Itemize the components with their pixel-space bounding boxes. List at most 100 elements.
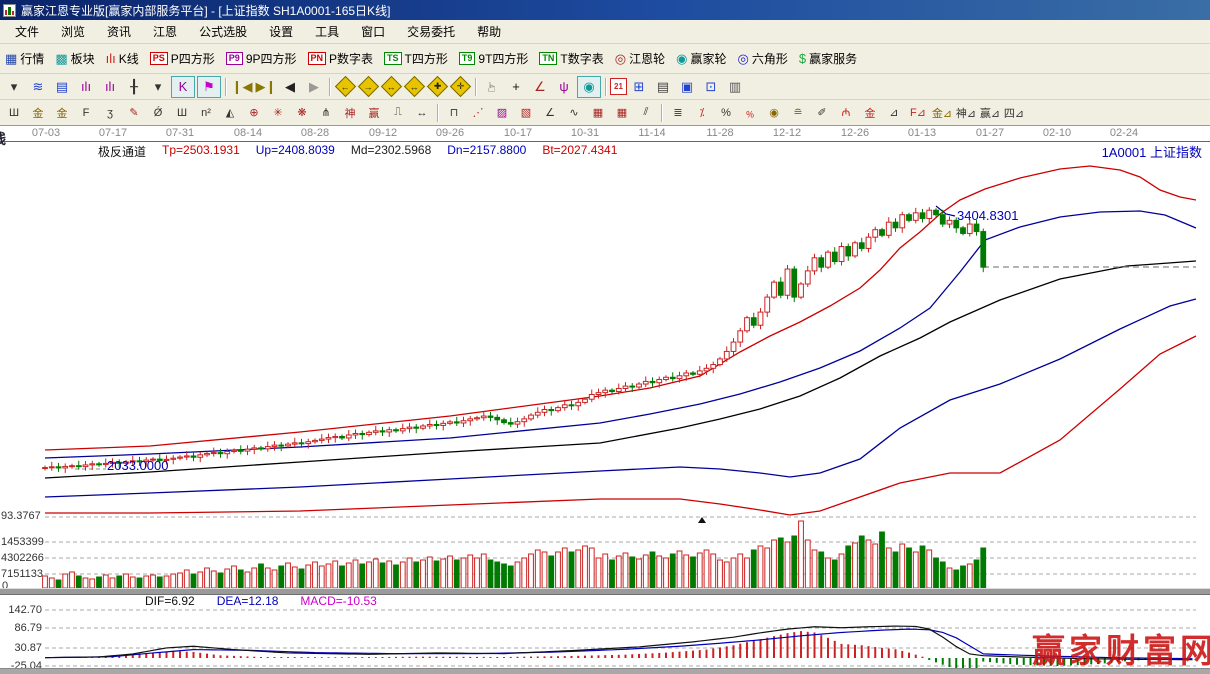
chart-region[interactable]: 线 极反通道 Tp=2503.1931Up=2408.8039Md=2302.5… (0, 131, 1210, 674)
seven-percent-icon[interactable]: ⁒ (691, 103, 713, 123)
ruler-comb-icon[interactable]: Ш (171, 103, 193, 123)
candle-icon[interactable]: ╂ (123, 77, 145, 97)
gold-line-icon[interactable]: 金 (51, 103, 73, 123)
menu-item-6[interactable]: 工具 (304, 21, 350, 42)
trend-f-icon[interactable]: F⊿ (907, 103, 929, 123)
box-diagonal-icon[interactable]: ▨ (491, 103, 513, 123)
expand-diamond-icon[interactable]: ↔ (403, 75, 426, 98)
spiral-icon[interactable]: ʒ (99, 103, 121, 123)
pen-icon[interactable]: ✎ (123, 103, 145, 123)
grid-box-icon[interactable]: ▦ (587, 103, 609, 123)
dropdown-icon[interactable]: ▾ (3, 77, 25, 97)
trend-gold-icon[interactable]: 金⊿ (931, 103, 953, 123)
menu-item-2[interactable]: 资讯 (96, 21, 142, 42)
gann-tool-icon[interactable]: ψ (553, 77, 575, 97)
menu-item-5[interactable]: 设置 (258, 21, 304, 42)
menu-item-1[interactable]: 浏览 (50, 21, 96, 42)
h-arrows-icon[interactable]: ↔ (411, 103, 433, 123)
indicator-value-0: Tp=2503.1931 (162, 143, 240, 157)
toolbar-button-winner-service[interactable]: $ 赢家服务 (799, 50, 857, 67)
trend-si-icon[interactable]: 四⊿ (1003, 103, 1025, 123)
menu-item-3[interactable]: 江恩 (142, 21, 188, 42)
cycle-circle-icon[interactable]: Ǿ (147, 103, 169, 123)
mini-bars-3-icon[interactable]: ılı (75, 77, 97, 97)
gold-circle-icon[interactable]: ◉ (763, 103, 785, 123)
trend-ying-icon[interactable]: 赢⊿ (979, 103, 1001, 123)
report-icon[interactable]: ▤ (51, 77, 73, 97)
parallel-icon[interactable]: ⋔ (315, 103, 337, 123)
notebook-icon[interactable]: ▤ (652, 77, 674, 97)
window-title: 赢家江恩专业版[赢家内部服务平台] - [上证指数 SH1A0001-165日K… (21, 3, 391, 18)
hand-tool-icon[interactable]: ☞ (482, 76, 502, 98)
n-square-icon[interactable]: n² (195, 103, 217, 123)
compress-diamond-icon[interactable]: ↔ (380, 75, 403, 98)
brush-icon[interactable]: ✐ (811, 103, 833, 123)
star-web-icon[interactable]: ✳ (267, 103, 289, 123)
toolbar-button-quotes[interactable]: ▦ 行情 (5, 50, 44, 67)
zoom-right-diamond-icon[interactable]: → (357, 75, 380, 98)
fan-lines-icon[interactable]: ⋰ (467, 103, 489, 123)
menu-item-9[interactable]: 帮助 (466, 21, 512, 42)
toolbar-button-9p-square[interactable]: P9 9P四方形 (225, 50, 297, 67)
stats-percent-icon[interactable]: ≣ (667, 103, 689, 123)
wave-marker-icon[interactable]: ₼ (835, 103, 857, 123)
brain-icon[interactable]: ◉ (577, 75, 601, 98)
toolbar-button-blocks[interactable]: ▩ 板块 (55, 50, 94, 67)
toolbar-button-hexagon[interactable]: ◎ 六角形 (737, 50, 787, 67)
export-icon[interactable]: ⊡ (700, 77, 722, 97)
candle-dropdown-icon[interactable]: ▾ (147, 77, 169, 97)
menu-item-4[interactable]: 公式选股 (188, 21, 258, 42)
menu-item-0[interactable]: 文件 (4, 21, 50, 42)
angle-tool-icon[interactable]: ∠ (529, 77, 551, 97)
rect-tool-icon[interactable]: ⊓ (443, 103, 465, 123)
gold-underline-icon[interactable]: 金 (859, 103, 881, 123)
level-price-annotation: 2033.0000 (107, 458, 169, 473)
angle-lines-icon[interactable]: ∠ (539, 103, 561, 123)
mini-bars-9-icon[interactable]: ılı (99, 77, 121, 97)
wave-lines-icon[interactable]: ∿ (563, 103, 585, 123)
zoom-left-diamond-icon[interactable]: ← (334, 75, 357, 98)
trend-shang-icon[interactable]: ⊿ (883, 103, 905, 123)
menu-item-8[interactable]: 交易委托 (396, 21, 466, 42)
sort-flag-icon[interactable]: ⚑ (197, 75, 221, 98)
shen-tool-icon[interactable]: 神 (339, 103, 361, 123)
calculator-icon[interactable]: ⊞ (628, 77, 650, 97)
toolbar-button-p-square[interactable]: PS P四方形 (149, 50, 215, 67)
percent-line-icon[interactable]: ﹪ (739, 103, 761, 123)
ying-tool-icon[interactable]: 赢 (363, 103, 385, 123)
grid-box2-icon[interactable]: ▦ (611, 103, 633, 123)
save-icon[interactable]: ▣ (676, 77, 698, 97)
fibonacci-icon[interactable]: F (75, 103, 97, 123)
toolbar-button-kline[interactable]: ılı K线 (106, 50, 139, 67)
title-bar[interactable]: 赢家江恩专业版[赢家内部服务平台] - [上证指数 SH1A0001-165日K… (0, 0, 1210, 20)
fit-diamond-icon[interactable]: ✚ (426, 75, 449, 98)
circle-cross-icon[interactable]: ⊕ (243, 103, 265, 123)
hatch-icon[interactable]: ⫽ (635, 103, 657, 123)
calendar-21-icon[interactable]: 21 (610, 78, 627, 95)
kline-style-icon[interactable]: K (171, 75, 195, 98)
trend-shen-icon[interactable]: 神⊿ (955, 103, 977, 123)
ruler-123-icon[interactable]: ⎍ (387, 103, 409, 123)
last-bar-icon[interactable]: ▶❙ (255, 77, 277, 97)
toolbar-button-t-square[interactable]: TS T四方形 (384, 50, 448, 67)
toolbar-button-winner-wheel[interactable]: ◉ 赢家轮 (676, 50, 726, 67)
next-icon[interactable]: ▶ (303, 77, 325, 97)
chart-wave-icon[interactable]: ≋ (27, 77, 49, 97)
percent-icon[interactable]: % (715, 103, 737, 123)
crosshair-tool-icon[interactable]: + (505, 77, 527, 97)
toolbar-button-gann-wheel[interactable]: ◎ 江恩轮 (615, 50, 665, 67)
first-bar-icon[interactable]: ❙◀ (231, 77, 253, 97)
toolbar-button-t-number-table[interactable]: TN T数字表 (539, 50, 604, 67)
angle-fan-icon[interactable]: ◭ (219, 103, 241, 123)
box-rays-icon[interactable]: ▧ (515, 103, 537, 123)
gold-hline-icon[interactable]: ≘ (787, 103, 809, 123)
spider-web-icon[interactable]: ❋ (291, 103, 313, 123)
menu-item-7[interactable]: 窗口 (350, 21, 396, 42)
toolbar-button-p-number-table[interactable]: PN P数字表 (307, 50, 373, 67)
gold-ratio-icon[interactable]: 金 (27, 103, 49, 123)
gann-line-icon[interactable]: Ш (3, 103, 25, 123)
workstation-icon[interactable]: ▥ (724, 77, 746, 97)
prev-icon[interactable]: ◀ (279, 77, 301, 97)
toolbar-button-9t-square[interactable]: T9 9T四方形 (458, 50, 528, 67)
full-diamond-icon[interactable]: ✛ (449, 75, 472, 98)
